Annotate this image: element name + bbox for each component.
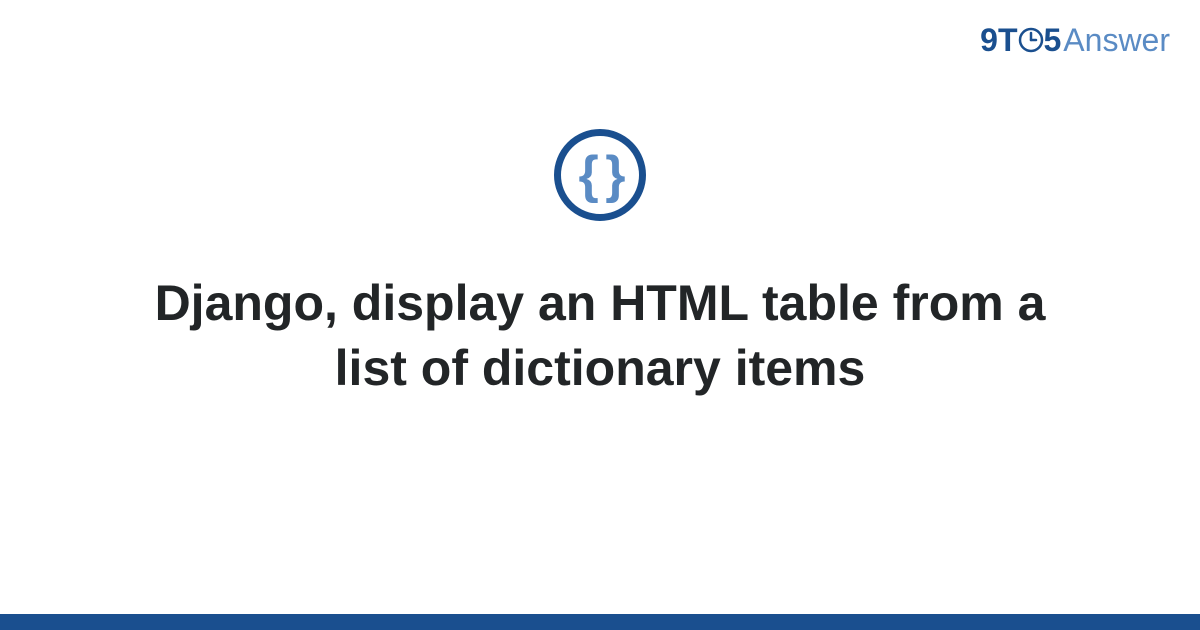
page-title: Django, display an HTML table from a lis… bbox=[150, 271, 1050, 401]
main-content: { } Django, display an HTML table from a… bbox=[0, 0, 1200, 630]
footer-accent-bar bbox=[0, 614, 1200, 630]
code-braces-icon: { } bbox=[554, 129, 646, 221]
braces-glyph: { } bbox=[579, 149, 622, 201]
